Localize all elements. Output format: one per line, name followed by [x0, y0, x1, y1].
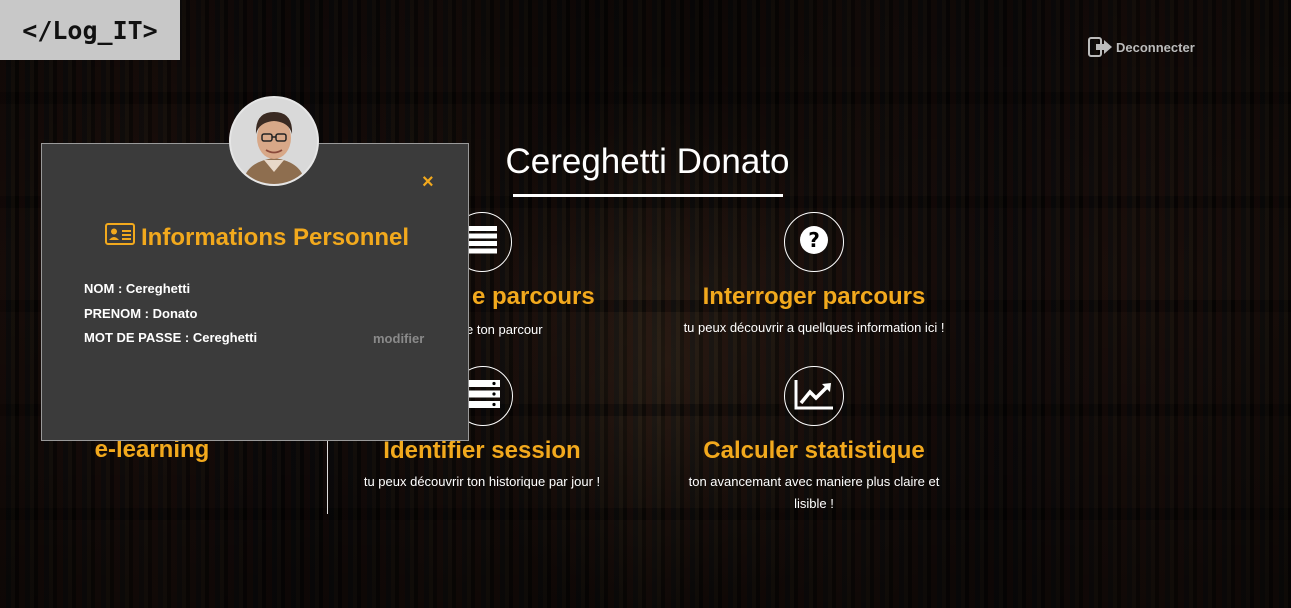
- feature-description-line: lisible !: [794, 496, 834, 511]
- info-prenom: PRENOM : Donato: [84, 306, 198, 321]
- info-nom: NOM : Cereghetti: [84, 281, 191, 296]
- info-mot-de-passe: MOT DE PASSE : Cereghetti: [84, 330, 258, 345]
- server-icon: [466, 379, 500, 414]
- feature-description: tu peux découvrir ton historique par jou…: [363, 474, 601, 489]
- avatar: [229, 96, 319, 186]
- feature-title: Identifier session: [383, 437, 581, 464]
- feature-interroger-parcours[interactable]: ? Interroger parcours tu peux découvrir …: [660, 212, 968, 339]
- modal-heading-text: Informations Personnel: [141, 223, 410, 251]
- svg-text:?: ?: [808, 228, 820, 252]
- user-name-title: Cereghetti Donato: [505, 142, 790, 181]
- app-logo[interactable]: </Log_IT>: [0, 0, 180, 60]
- question-icon: ?: [799, 225, 829, 260]
- logout-button[interactable]: Deconnecter: [1088, 37, 1195, 57]
- close-button[interactable]: ×: [422, 172, 434, 192]
- feature-title: Calculer statistique: [703, 437, 925, 464]
- chart-icon: [794, 378, 834, 415]
- logout-label: Deconnecter: [1116, 39, 1195, 55]
- feature-icon-circle: ?: [784, 212, 844, 272]
- feature-icon-circle: [784, 366, 844, 426]
- feature-calculer-statistique[interactable]: Calculer statistique ton avancemant avec…: [668, 366, 960, 515]
- feature-title: Interroger parcours: [702, 283, 926, 310]
- title-underline: [513, 194, 783, 197]
- id-card-icon: [105, 223, 135, 252]
- modal-heading: Informations Personnel: [105, 223, 409, 252]
- feature-description: ton avancemant avec maniere plus claire …: [668, 471, 960, 515]
- list-icon: [467, 225, 497, 259]
- vertical-divider: [327, 430, 328, 514]
- modify-button[interactable]: modifier: [373, 331, 424, 346]
- feature-description-line: ton avancemant avec maniere plus claire …: [688, 474, 940, 489]
- logout-icon: [1088, 37, 1114, 57]
- feature-description: tu peux découvrir a quellques informatio…: [683, 320, 945, 335]
